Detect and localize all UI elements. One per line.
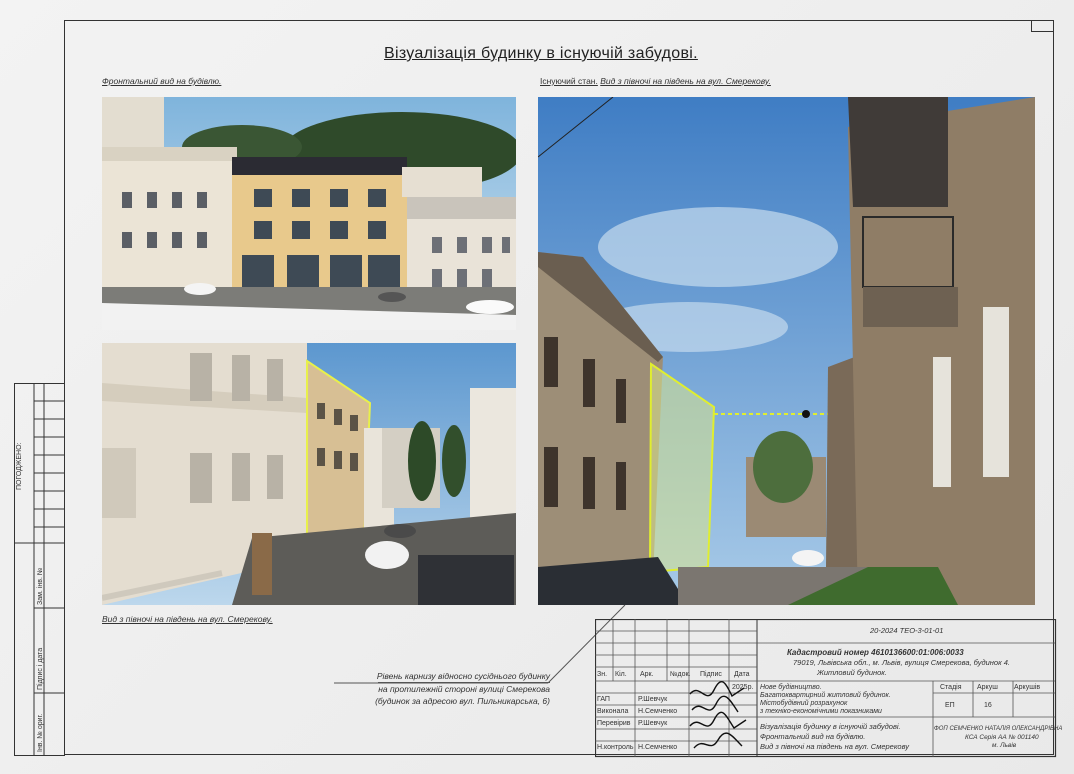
col-zn: Зн. <box>597 671 608 678</box>
project-line-3: Містобудівний розрахунок <box>760 700 848 707</box>
stamp-inv-orig: Інв. № ориг. <box>37 713 44 752</box>
col-ndok: №док. <box>670 671 691 678</box>
sheets-header: Аркушів <box>1014 684 1041 691</box>
company-line-3: м. Львів <box>992 742 1017 749</box>
stage-header: Стадія <box>940 684 962 691</box>
name-checker: Р.Шевчук <box>638 720 668 727</box>
project-line-4: з техніко-економічними показниками <box>760 708 882 715</box>
project-line-1: Нове будівництво. <box>760 684 822 691</box>
sheet-desc-line-1: Візуалізація будинку в існуючій забудові… <box>760 722 901 731</box>
role-executor: Виконала <box>597 708 629 715</box>
col-kil: Кіл. <box>615 671 627 678</box>
signatures <box>689 681 747 749</box>
col-ark: Арк. <box>640 671 654 678</box>
role-gap: ГАП <box>597 696 610 703</box>
company-line-2: КСА Серія АА № 001140 <box>965 734 1039 741</box>
doc-code: 20-2024 ТЕО-3-01-01 <box>870 626 944 635</box>
sheet-desc-line-3: Вид з півночі на південь на вул. Смереко… <box>760 742 909 751</box>
project-line-2: Багатоквартирний житловий будинок. <box>760 692 891 699</box>
sheet-value: 16 <box>984 702 992 709</box>
stamp-replace-inv: Зам. інв. № <box>37 567 44 605</box>
building-type: Житловий будинок. <box>817 668 887 677</box>
stage-value: ЕП <box>945 702 955 709</box>
role-checker: Перевірив <box>597 720 631 727</box>
name-gap: Р.Шевчук <box>638 696 668 703</box>
cadastral-number: Кадастровий номер 4610136600:01:006:0033 <box>787 648 964 657</box>
col-pidpys: Підпис <box>700 671 722 678</box>
drawing-sheet: Візуалізація будинку в існуючій забудові… <box>0 0 1074 774</box>
address: 79019, Львівська обл., м. Львів, вулиця … <box>793 658 1010 667</box>
sheet-header: Аркуш <box>977 684 998 691</box>
stamp-approved: ПОГОДЖЕНО: <box>16 442 23 490</box>
sheet-desc-line-2: Фронтальний вид на будівлю. <box>760 732 866 741</box>
company-line-1: ФОП СЕМЧЕНКО НАТАЛІЯ ОЛЕКСАНДРІВНА <box>934 726 1063 732</box>
name-norm-control: Н.Семченко <box>638 744 678 751</box>
col-data: Дата <box>734 671 750 678</box>
role-norm-control: Н.контроль <box>597 744 634 751</box>
name-executor: Н.Семченко <box>638 708 678 715</box>
stamp-sign-date: Підпис і дата <box>37 647 44 690</box>
